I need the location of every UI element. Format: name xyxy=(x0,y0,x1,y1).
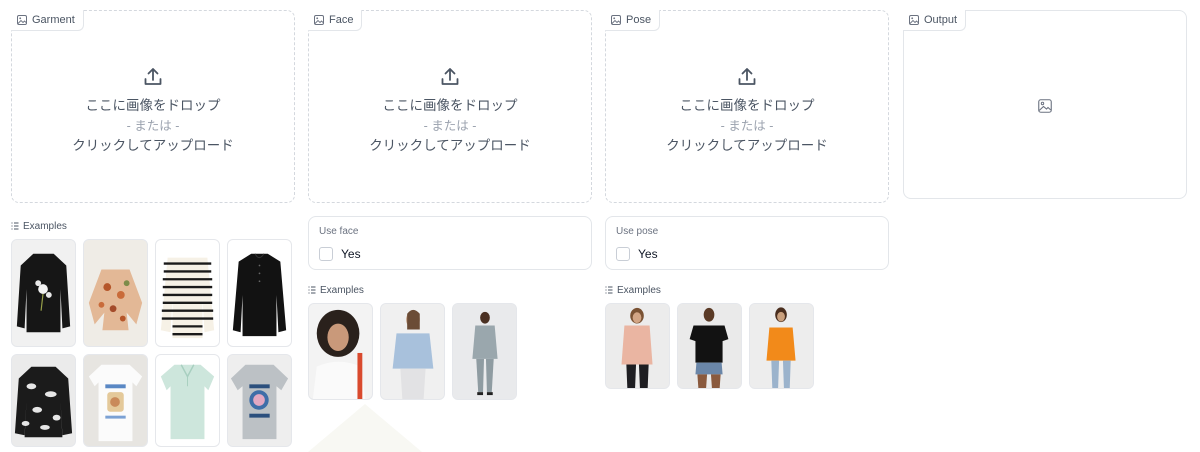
examples-label: Examples xyxy=(320,284,364,296)
garment-label-tag: Garment xyxy=(11,10,84,31)
hover-preview-arrow xyxy=(308,404,422,452)
use-face-group: Use face Yes xyxy=(308,216,592,270)
face-column: Face ここに画像をドロップ - または - クリックしてアップロード Use… xyxy=(308,10,592,400)
face-label: Face xyxy=(329,14,354,26)
garment-column: Garment ここに画像をドロップ - または - クリックしてアップロード … xyxy=(11,10,295,447)
output-column: Output xyxy=(903,10,1187,199)
example-thumb-grey-suit-man[interactable] xyxy=(452,303,517,400)
example-thumb-denim-jacket-woman[interactable] xyxy=(380,303,445,400)
face-label-tag: Face xyxy=(308,10,363,31)
example-thumb-grey-graphic-tee[interactable] xyxy=(227,354,292,447)
pose-dropzone[interactable]: Pose ここに画像をドロップ - または - クリックしてアップロード xyxy=(605,10,889,203)
pose-examples-header: Examples xyxy=(605,283,889,297)
use-face-yes-label[interactable]: Yes xyxy=(341,247,361,261)
garment-examples-grid xyxy=(11,239,295,447)
example-thumb-black-cardigan[interactable] xyxy=(227,239,292,347)
image-icon xyxy=(314,15,324,25)
example-thumb-pink-blouse-woman[interactable] xyxy=(605,303,670,389)
examples-label: Examples xyxy=(617,284,661,296)
example-thumb-orange-top-woman[interactable] xyxy=(749,303,814,389)
example-thumb-curly-hair-woman[interactable] xyxy=(308,303,373,400)
example-thumb-mint-polo-shirt[interactable] xyxy=(155,354,220,447)
examples-label: Examples xyxy=(23,220,67,232)
list-icon xyxy=(605,286,613,294)
pose-label: Pose xyxy=(626,14,652,26)
face-dropzone[interactable]: Face ここに画像をドロップ - または - クリックしてアップロード xyxy=(308,10,592,203)
example-thumb-black-tee-woman[interactable] xyxy=(677,303,742,389)
face-examples-grid xyxy=(308,303,592,400)
face-examples-header: Examples xyxy=(308,283,592,297)
image-icon xyxy=(611,15,621,25)
use-face-option[interactable]: Yes xyxy=(319,247,361,261)
output-label-tag: Output xyxy=(903,10,967,31)
drop-text: ここに画像をドロップ xyxy=(679,98,815,113)
garment-examples-header: Examples xyxy=(11,219,295,233)
pose-label-tag: Pose xyxy=(605,10,661,31)
use-pose-label: Use pose xyxy=(616,226,659,237)
example-thumb-black-white-print-shirt[interactable] xyxy=(11,354,76,447)
or-text: - または - xyxy=(423,119,477,133)
use-pose-group: Use pose Yes xyxy=(605,216,889,270)
image-icon xyxy=(17,15,27,25)
use-face-label: Use face xyxy=(319,226,359,237)
image-placeholder-icon xyxy=(1038,99,1052,113)
example-thumb-black-floral-sweater[interactable] xyxy=(11,239,76,347)
upload-icon xyxy=(441,68,459,85)
garment-dropzone[interactable]: Garment ここに画像をドロップ - または - クリックしてアップロード xyxy=(11,10,295,203)
use-face-checkbox[interactable] xyxy=(319,247,333,261)
output-label: Output xyxy=(924,14,958,26)
pose-examples-grid xyxy=(605,303,889,389)
click-upload-text: クリックしてアップロード xyxy=(369,138,531,153)
use-pose-yes-label[interactable]: Yes xyxy=(638,247,658,261)
pose-column: Pose ここに画像をドロップ - または - クリックしてアップロード Use… xyxy=(605,10,889,389)
use-pose-checkbox[interactable] xyxy=(616,247,630,261)
upload-icon xyxy=(144,68,162,85)
click-upload-text: クリックしてアップロード xyxy=(666,138,828,153)
or-text: - または - xyxy=(126,119,180,133)
image-icon xyxy=(909,15,919,25)
example-thumb-striped-sweater[interactable] xyxy=(155,239,220,347)
example-thumb-white-graphic-tee[interactable] xyxy=(83,354,148,447)
or-text: - または - xyxy=(720,119,774,133)
drop-text: ここに画像をドロップ xyxy=(85,98,221,113)
upload-icon xyxy=(738,68,756,85)
list-icon xyxy=(11,222,19,230)
output-panel: Output xyxy=(903,10,1187,199)
garment-label: Garment xyxy=(32,14,75,26)
click-upload-text: クリックしてアップロード xyxy=(72,138,234,153)
list-icon xyxy=(308,286,316,294)
use-pose-option[interactable]: Yes xyxy=(616,247,658,261)
example-thumb-floral-blouse[interactable] xyxy=(83,239,148,347)
drop-text: ここに画像をドロップ xyxy=(382,98,518,113)
